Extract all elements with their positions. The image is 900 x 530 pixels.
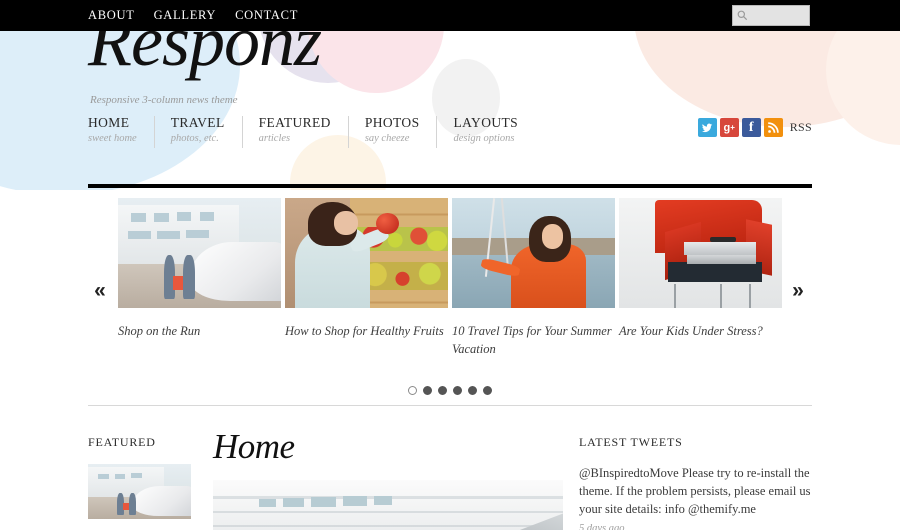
nav-item-travel-title: TRAVEL: [170, 115, 225, 130]
nav-item-home[interactable]: HOME sweet home: [88, 116, 155, 148]
slide-thumbnail[interactable]: [452, 198, 615, 308]
slide-caption: Are Your Kids Under Stress?: [619, 324, 763, 338]
search-input[interactable]: [751, 7, 809, 24]
slide-item[interactable]: 10 Travel Tips for Your Summer Vacation: [452, 198, 615, 358]
top-nav-item-about[interactable]: ABOUT: [88, 0, 135, 31]
nav-item-photos-title: PHOTOS: [364, 115, 420, 130]
slide-item[interactable]: Shop on the Run: [118, 198, 281, 358]
featured-slider: « » Shop on the Run How to Shop for Heal…: [0, 190, 900, 405]
slide-item[interactable]: How to Shop for Healthy Fruits: [285, 198, 448, 358]
nav-item-home-subtitle: sweet home: [88, 132, 137, 144]
nav-divider: [88, 184, 812, 188]
top-navigation: ABOUT GALLERY CONTACT: [88, 0, 298, 31]
slider-dot-1[interactable]: [408, 386, 417, 395]
slide-thumbnail[interactable]: [118, 198, 281, 308]
rss-icon[interactable]: [763, 118, 783, 137]
slider-pagination: [0, 386, 900, 395]
main-content: Home: [213, 429, 563, 530]
nav-item-layouts-title: LAYOUTS: [453, 115, 519, 130]
slider-dot-2[interactable]: [423, 386, 432, 395]
tweet-timestamp: 5 days ago: [579, 523, 625, 530]
tweets-widget-title: LATEST TWEETS: [579, 435, 683, 449]
nav-item-featured-title: FEATURED: [258, 115, 331, 130]
slide-caption: How to Shop for Healthy Fruits: [285, 324, 444, 338]
decorative-circle-pink: [308, 31, 444, 93]
nav-item-featured-subtitle: articles: [258, 132, 291, 144]
decorative-circle-peach-2: [826, 31, 900, 145]
post-featured-image[interactable]: [213, 480, 563, 530]
nav-item-travel-subtitle: photos, etc.: [170, 132, 219, 144]
slider-track: Shop on the Run How to Shop for Healthy …: [118, 198, 782, 358]
page-root: ABOUT GALLERY CONTACT Responz Responsive…: [0, 0, 900, 530]
top-bar: ABOUT GALLERY CONTACT: [0, 0, 900, 31]
slider-dot-3[interactable]: [438, 386, 447, 395]
nav-item-layouts[interactable]: LAYOUTS design options: [453, 116, 535, 148]
slide-caption: 10 Travel Tips for Your Summer Vacation: [452, 324, 612, 357]
slider-next-arrow[interactable]: »: [787, 278, 809, 304]
slide-caption: Shop on the Run: [118, 324, 201, 338]
featured-widget-title: FEATURED: [88, 435, 156, 449]
sidebar-left: FEATURED: [88, 435, 193, 519]
sidebar-right: LATEST TWEETS @BInspiredtoMove Please tr…: [579, 435, 813, 530]
nav-item-featured[interactable]: FEATURED articles: [259, 116, 349, 148]
content-columns: FEATURED Home LATEST TWEETS @BInspiredto…: [0, 429, 900, 530]
featured-thumbnail[interactable]: [88, 464, 191, 519]
site-tagline: Responsive 3-column news theme: [90, 94, 238, 106]
main-navigation: HOME sweet home TRAVEL photos, etc. FEAT…: [88, 116, 551, 148]
top-nav-item-gallery[interactable]: GALLERY: [154, 0, 217, 31]
search-icon: [733, 6, 751, 25]
slide-thumbnail[interactable]: [619, 198, 782, 308]
rss-label: RSS: [789, 120, 812, 134]
slider-dot-6[interactable]: [483, 386, 492, 395]
nav-item-home-title: HOME: [88, 115, 130, 130]
nav-item-photos-subtitle: say cheeze: [364, 132, 410, 144]
tweet-text: @BInspiredtoMove Please try to re-instal…: [579, 466, 811, 517]
social-links: g + f RSS: [697, 118, 812, 137]
slider-dot-4[interactable]: [453, 386, 462, 395]
top-nav-item-contact[interactable]: CONTACT: [235, 0, 298, 31]
slider-prev-arrow[interactable]: «: [89, 278, 111, 304]
search-box[interactable]: [732, 5, 810, 26]
page-title: Home: [213, 427, 295, 466]
nav-item-layouts-subtitle: design options: [453, 132, 515, 144]
facebook-icon[interactable]: f: [741, 118, 761, 137]
content-divider: [88, 405, 812, 406]
twitter-icon[interactable]: [697, 118, 717, 137]
slide-item[interactable]: Are Your Kids Under Stress?: [619, 198, 782, 358]
slider-dot-5[interactable]: [468, 386, 477, 395]
googleplus-icon[interactable]: g +: [719, 118, 739, 137]
nav-item-travel[interactable]: TRAVEL photos, etc.: [171, 116, 243, 148]
slide-thumbnail[interactable]: [285, 198, 448, 308]
nav-item-photos[interactable]: PHOTOS say cheeze: [365, 116, 438, 148]
